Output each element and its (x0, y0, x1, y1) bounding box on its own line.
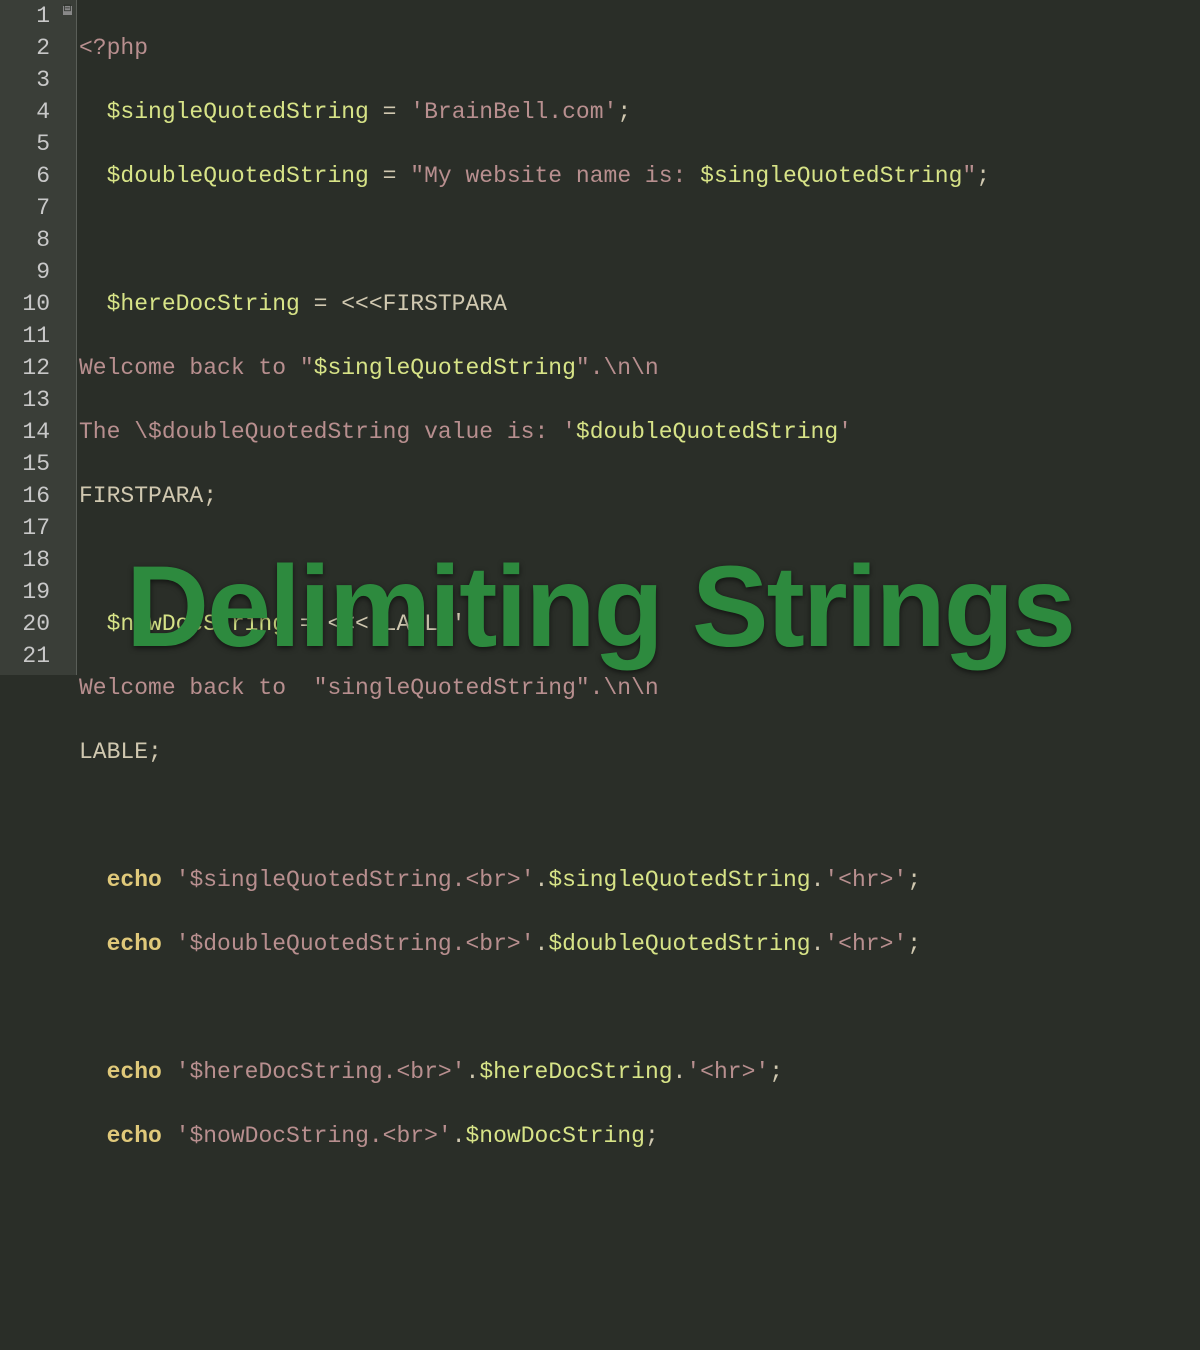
line-number: 9 (0, 256, 50, 288)
line-number: 17 (0, 512, 50, 544)
variable-in-string: $singleQuotedString (314, 355, 576, 381)
line-number: 8 (0, 224, 50, 256)
nowdoc-open: = <<<'LABLE' (286, 611, 465, 637)
code-line (79, 1248, 990, 1280)
code-line: $singleQuotedString = 'BrainBell.com'; (79, 96, 990, 128)
variable-in-string: $doubleQuotedString (576, 419, 838, 445)
string-literal: "My website name is: (410, 163, 700, 189)
fold-column: ⊟ (60, 0, 77, 675)
code-line: $doubleQuotedString = "My website name i… (79, 160, 990, 192)
variable: $doubleQuotedString (107, 163, 369, 189)
code-line: LABLE; (79, 736, 990, 768)
code-editor: 1 2 3 4 5 6 7 8 9 10 11 12 13 14 15 16 1… (0, 0, 1200, 675)
line-number: 20 (0, 608, 50, 640)
code-line: echo '$nowDocString.<br>'.$nowDocString; (79, 1120, 990, 1152)
string-literal: 'BrainBell.com' (410, 99, 617, 125)
line-number: 12 (0, 352, 50, 384)
line-number: 21 (0, 640, 50, 672)
code-line (79, 544, 990, 576)
heredoc-close: FIRSTPARA; (79, 483, 217, 509)
escape-sequence: \$ (134, 419, 162, 445)
line-number: 7 (0, 192, 50, 224)
string-literal: '$hereDocString.<br>' (176, 1059, 466, 1085)
heredoc-open: = <<<FIRSTPARA (300, 291, 507, 317)
string-literal: '<hr>' (686, 1059, 769, 1085)
line-number: 6 (0, 160, 50, 192)
variable: $singleQuotedString (107, 99, 369, 125)
code-line: echo '$hereDocString.<br>'.$hereDocStrin… (79, 1056, 990, 1088)
keyword-echo: echo (107, 931, 162, 957)
line-number: 1 (0, 0, 50, 32)
code-line: Welcome back to "singleQuotedString".\n\… (79, 672, 990, 704)
variable: $hereDocString (107, 291, 300, 317)
line-number: 15 (0, 448, 50, 480)
code-area[interactable]: <?php $singleQuotedString = 'BrainBell.c… (77, 0, 990, 675)
string-literal: '<hr>' (824, 931, 907, 957)
code-line: FIRSTPARA; (79, 480, 990, 512)
php-open-tag: <?php (79, 35, 148, 61)
code-line (79, 1184, 990, 1216)
line-number: 13 (0, 384, 50, 416)
code-line: $hereDocString = <<<FIRSTPARA (79, 288, 990, 320)
code-line: <?php (79, 32, 990, 64)
string-literal: '<hr>' (824, 867, 907, 893)
line-number: 19 (0, 576, 50, 608)
string-literal: '$nowDocString.<br>' (176, 1123, 452, 1149)
code-line: Welcome back to "$singleQuotedString".\n… (79, 352, 990, 384)
code-line (79, 800, 990, 832)
code-line: The \$doubleQuotedString value is: '$dou… (79, 416, 990, 448)
escape-sequence: \n\n (604, 355, 659, 381)
keyword-echo: echo (107, 867, 162, 893)
line-number-gutter: 1 2 3 4 5 6 7 8 9 10 11 12 13 14 15 16 1… (0, 0, 60, 675)
line-number: 11 (0, 320, 50, 352)
variable: $nowDocString (466, 1123, 645, 1149)
line-number: 18 (0, 544, 50, 576)
code-line: echo '$doubleQuotedString.<br>'.$doubleQ… (79, 928, 990, 960)
code-line (79, 992, 990, 1024)
string-literal: '$doubleQuotedString.<br>' (176, 931, 535, 957)
line-number: 10 (0, 288, 50, 320)
code-line (79, 224, 990, 256)
variable-in-string: $singleQuotedString (700, 163, 962, 189)
code-line: echo '$singleQuotedString.<br>'.$singleQ… (79, 864, 990, 896)
line-number: 2 (0, 32, 50, 64)
line-number: 5 (0, 128, 50, 160)
variable: $singleQuotedString (548, 867, 810, 893)
line-number: 4 (0, 96, 50, 128)
variable: $doubleQuotedString (548, 931, 810, 957)
keyword-echo: echo (107, 1059, 162, 1085)
line-number: 3 (0, 64, 50, 96)
nowdoc-close: LABLE; (79, 739, 162, 765)
string-literal: '$singleQuotedString.<br>' (176, 867, 535, 893)
code-line (79, 1312, 990, 1344)
line-number: 14 (0, 416, 50, 448)
keyword-echo: echo (107, 1123, 162, 1149)
variable: $nowDocString (107, 611, 286, 637)
variable: $hereDocString (479, 1059, 672, 1085)
fold-toggle-icon[interactable]: ⊟ (63, 6, 72, 15)
code-line: $nowDocString = <<<'LABLE' (79, 608, 990, 640)
line-number: 16 (0, 480, 50, 512)
